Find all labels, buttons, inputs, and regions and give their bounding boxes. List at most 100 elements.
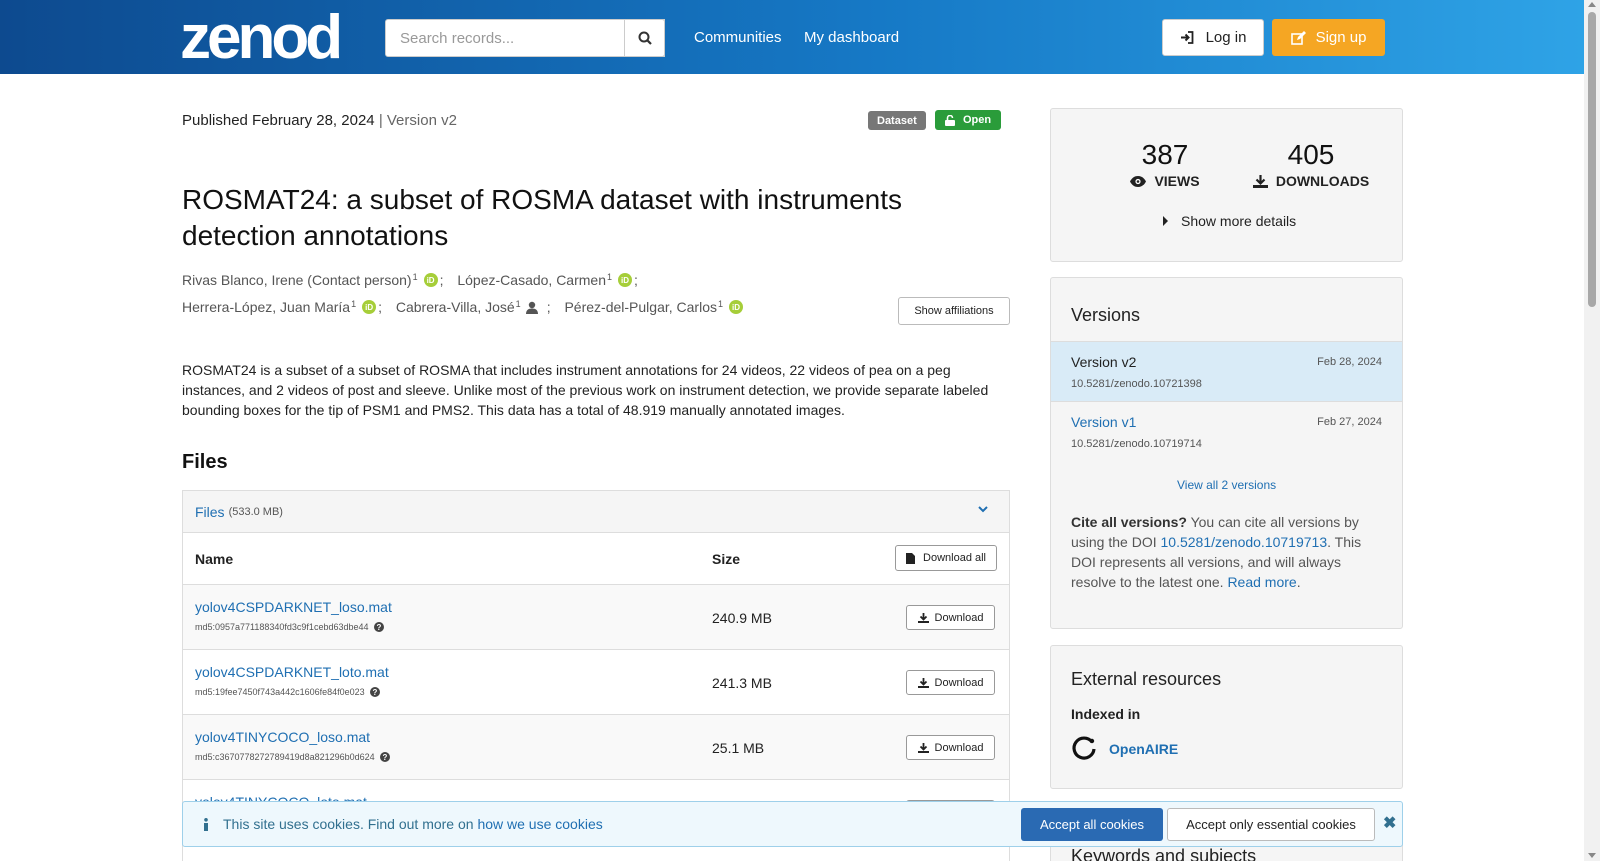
nav-my-dashboard[interactable]: My dashboard (804, 29, 899, 46)
affiliation-number: 1 (351, 299, 357, 309)
search-input[interactable]: Search records... (385, 19, 665, 57)
download-icon (917, 612, 929, 623)
file-archive-icon (906, 552, 916, 564)
files-total-size: (533.0 MB) (228, 505, 283, 518)
author[interactable]: López-Casado, Carmen 1 iD (457, 272, 633, 288)
orcid-icon[interactable]: iD (362, 300, 377, 314)
author[interactable]: Herrera-López, Juan María 1 iD (182, 299, 377, 315)
files-heading: Files (182, 451, 228, 473)
nav-communities[interactable]: Communities (694, 29, 782, 46)
search-button[interactable] (624, 19, 665, 57)
download-label: Download (934, 741, 984, 754)
author[interactable]: Pérez-del-Pulgar, Carlos 1 iD (564, 299, 743, 315)
external-resources-title: External resources (1071, 669, 1222, 689)
accept-essential-cookies-button[interactable]: Accept only essential cookies (1167, 808, 1375, 841)
file-name-link[interactable]: yolov4CSPDARKNET_loto.mat (195, 664, 389, 680)
downloads-count: 405 (1287, 139, 1335, 170)
version-date: Feb 27, 2024 (1317, 416, 1382, 428)
login-button[interactable]: Log in (1162, 19, 1264, 56)
read-more-link[interactable]: Read more (1227, 574, 1296, 590)
views-count: 387 (1141, 139, 1189, 170)
author-name[interactable]: Herrera-López, Juan María (182, 299, 350, 315)
access-label: Open (963, 114, 992, 126)
login-label: Log in (1205, 29, 1247, 46)
author-name[interactable]: Cabrera-Villa, José (396, 299, 515, 315)
question-circle-icon[interactable]: ? (373, 622, 384, 632)
view-all-versions-link[interactable]: View all 2 versions (1177, 478, 1276, 492)
concept-doi-link[interactable]: 10.5281/zenodo.10719713 (1161, 534, 1328, 550)
files-panel-label[interactable]: Files (195, 504, 225, 520)
accept-all-cookies-button[interactable]: Accept all cookies (1021, 808, 1163, 841)
author[interactable]: Cabrera-Villa, José 1 (396, 299, 539, 315)
files-panel-header[interactable]: Files (533.0 MB) (183, 491, 1009, 533)
column-size: Size (712, 550, 741, 567)
download-all-button[interactable]: Download all (895, 545, 997, 571)
separator: ; (546, 299, 551, 315)
keywords-title: Keywords and subjects (1071, 846, 1257, 861)
file-checksum: md5:0957a771188340fd3c9f1cebd63dbe44? (195, 622, 384, 632)
affiliation-number: 1 (412, 272, 418, 282)
search-icon (638, 31, 652, 45)
download-icon (917, 742, 929, 753)
svg-text:?: ? (372, 688, 377, 697)
chevron-down-icon[interactable] (977, 503, 989, 515)
download-icon (1252, 174, 1268, 188)
download-button[interactable]: Download (906, 670, 995, 695)
sign-in-icon (1180, 31, 1193, 44)
published-date: Published February 28, 2024 (182, 112, 375, 129)
download-icon (917, 677, 929, 688)
version-item-v1[interactable]: Version v1 Feb 27, 2024 10.5281/zenodo.1… (1051, 401, 1402, 461)
openaire-link[interactable]: OpenAIRE (1071, 736, 1178, 762)
unlock-icon (945, 114, 955, 126)
scroll-up-icon[interactable] (1588, 2, 1596, 7)
versions-title: Versions (1071, 305, 1141, 325)
download-label: Download (934, 611, 984, 624)
openaire-label[interactable]: OpenAIRE (1109, 741, 1178, 757)
page-scrollbar[interactable] (1584, 0, 1600, 861)
orcid-icon[interactable]: iD (423, 273, 438, 287)
authors-line-2: Herrera-López, Juan María 1 iD; Cabrera-Vi… (182, 299, 882, 315)
file-name-link[interactable]: yolov4TINYCOCO_loso.mat (195, 729, 370, 745)
record-description: ROSMAT24 is a subset of a subset of ROSM… (182, 362, 989, 418)
separator: ; (634, 272, 638, 288)
caret-right-icon (1163, 216, 1168, 226)
svg-text:?: ? (382, 753, 387, 762)
downloads-label-row: DOWNLOADS (1246, 173, 1376, 189)
orcid-icon[interactable]: iD (618, 273, 633, 287)
scrollbar-thumb[interactable] (1588, 12, 1596, 307)
access-badge: Open (935, 110, 1002, 130)
author-name[interactable]: Rivas Blanco, Irene (Contact person) (182, 272, 412, 288)
checksum-text: md5:19fee7450f743a442c1606fe84f0e023 (195, 687, 365, 697)
cookie-policy-link[interactable]: how we use cookies (477, 816, 602, 832)
signup-button[interactable]: Sign up (1272, 19, 1385, 56)
version-label: | Version v2 (378, 112, 457, 129)
question-circle-icon[interactable]: ? (369, 687, 380, 697)
resource-type-badge: Dataset (868, 111, 926, 130)
table-row: yolov4CSPDARKNET_loto.mat md5:19fee7450f… (183, 650, 1009, 715)
cookie-message: This site uses cookies. Find out more on… (203, 816, 603, 832)
downloads-label: DOWNLOADS (1275, 173, 1370, 189)
question-circle-icon[interactable]: ? (379, 752, 390, 762)
download-button[interactable]: Download (906, 735, 995, 760)
author-name[interactable]: Pérez-del-Pulgar, Carlos (564, 299, 717, 315)
file-name-link[interactable]: yolov4CSPDARKNET_loso.mat (195, 599, 392, 615)
signup-label: Sign up (1315, 29, 1367, 46)
author[interactable]: Rivas Blanco, Irene (Contact person) 1 iD (182, 272, 438, 288)
version-item-v2[interactable]: Version v2 Feb 28, 2024 10.5281/zenodo.1… (1051, 341, 1402, 401)
download-button[interactable]: Download (906, 605, 995, 630)
authors-line-1: Rivas Blanco, Irene (Contact person) 1 iD;… (182, 272, 882, 288)
file-size: 240.9 MB (712, 610, 772, 626)
checksum-text: md5:0957a771188340fd3c9f1cebd63dbe44 (195, 622, 369, 632)
show-more-label: Show more details (1181, 213, 1297, 229)
external-resources-panel: External resources Indexed in OpenAIRE (1050, 645, 1403, 789)
zenodo-logo[interactable]: zenodo (180, 8, 340, 62)
version-name[interactable]: Version v1 (1071, 414, 1136, 430)
close-icon[interactable]: ✖ (1383, 813, 1396, 833)
author-name[interactable]: López-Casado, Carmen (457, 272, 606, 288)
show-more-details[interactable]: Show more details (1163, 213, 1296, 229)
scroll-down-icon[interactable] (1588, 853, 1596, 858)
show-affiliations-button[interactable]: Show affiliations (898, 297, 1010, 325)
files-table-header: Name Size Download all (183, 533, 1009, 585)
downloads-stat: 405 DOWNLOADS (1246, 139, 1376, 189)
orcid-icon[interactable]: iD (729, 300, 743, 314)
